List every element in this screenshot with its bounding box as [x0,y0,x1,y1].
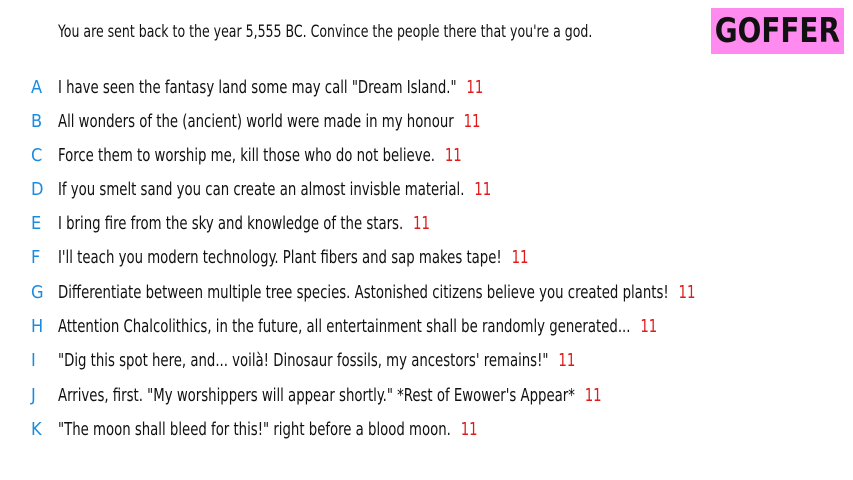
answer-text-wrap: Attention Chalcolithics, in the future, … [58,316,657,337]
answer-letter: G [31,281,44,303]
answer-letter: F [31,246,41,268]
answer-text-wrap: If you smelt sand you can create an almo… [58,179,491,200]
answer-text-wrap: Differentiate between multiple tree spec… [58,282,695,303]
answer-score: 11 [444,144,462,166]
answer-text: I bring fire from the sky and knowledge … [58,212,404,234]
answer-text-wrap: I have seen the fantasy land some may ca… [58,77,483,98]
answer-score: 11 [511,246,529,268]
answer-text: Differentiate between multiple tree spec… [58,281,669,303]
answer-text-wrap: Arrives, first. "My worshippers will app… [58,385,602,406]
answer-text-wrap: I bring fire from the sky and knowledge … [58,213,430,234]
answer-score: 11 [678,281,696,303]
answer-text-wrap: "The moon shall bleed for this!" right b… [58,419,478,440]
answer-score: 11 [474,178,492,200]
answer-text: "Dig this spot here, and... voilà! Dinos… [58,349,549,371]
player-name: GOFFER [714,11,841,51]
answer-text-wrap: All wonders of the (ancient) world were … [58,111,480,132]
question-prompt: You are sent back to the year 5,555 BC. … [58,22,593,42]
answer-score: 11 [413,212,430,234]
answer-text: Attention Chalcolithics, in the future, … [58,315,631,337]
answer-text: If you smelt sand you can create an almo… [58,178,465,200]
answer-letter: E [31,212,42,234]
answer-letter: H [31,315,44,337]
answer-score: 11 [640,315,658,337]
answer-text: "The moon shall bleed for this!" right b… [58,418,451,440]
answer-score: 11 [463,110,481,132]
answer-text-wrap: I'll teach you modern technology. Plant … [58,247,528,268]
answer-score: 11 [584,384,602,406]
answer-letter: I [31,349,36,371]
answer-letter: J [31,384,36,406]
answer-score: 11 [466,76,484,98]
answer-text: Force them to worship me, kill those who… [58,144,435,166]
answer-text: All wonders of the (ancient) world were … [58,110,454,132]
answer-score: 11 [558,349,576,371]
answer-score: 11 [460,418,478,440]
player-name-badge: GOFFER [711,8,844,54]
answer-text-wrap: "Dig this spot here, and... voilà! Dinos… [58,350,575,371]
answer-text: I have seen the fantasy land some may ca… [58,76,457,98]
answer-text: I'll teach you modern technology. Plant … [58,246,502,268]
answer-letter: B [31,110,43,132]
answer-letter: A [31,76,43,98]
answer-letter: K [31,418,42,440]
answer-letter: C [31,144,43,166]
answer-text: Arrives, first. "My worshippers will app… [58,384,575,406]
answer-text-wrap: Force them to worship me, kill those who… [58,145,462,166]
answer-letter: D [31,178,44,200]
